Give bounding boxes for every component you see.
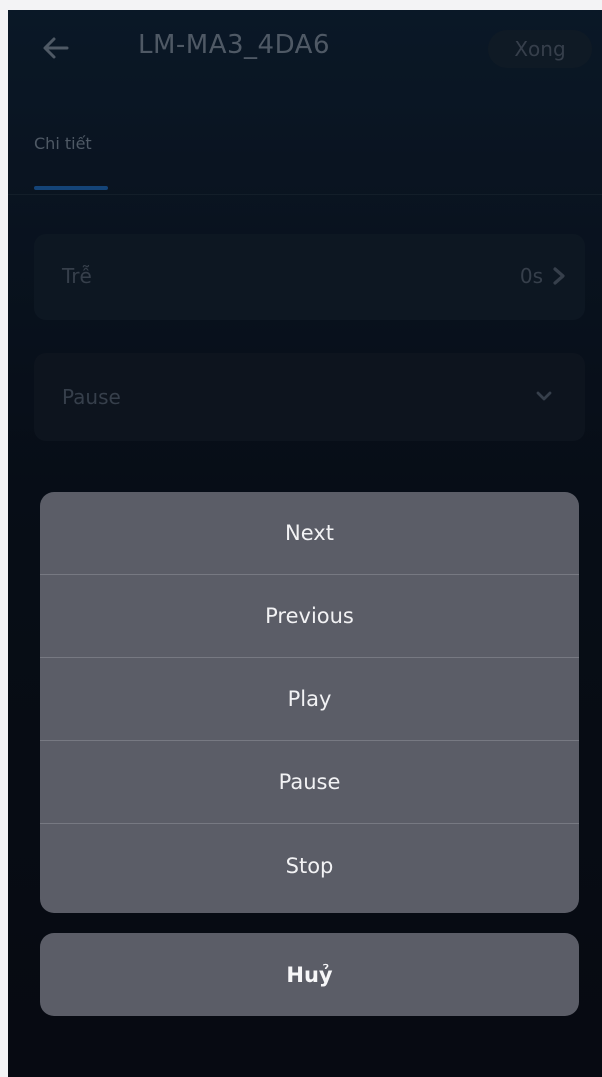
tab-active-indicator	[34, 186, 108, 190]
chevron-right-icon	[553, 267, 565, 285]
page-title: LM-MA3_4DA6	[138, 30, 330, 60]
cancel-button[interactable]: Huỷ	[40, 933, 579, 1016]
delay-row[interactable]: Trễ 0s	[34, 234, 585, 320]
action-select[interactable]: Pause	[34, 353, 585, 441]
action-option-previous[interactable]: Previous	[40, 575, 579, 658]
action-sheet: Next Previous Play Pause Stop	[40, 492, 579, 913]
screen: LM-MA3_4DA6 Xong Chi tiết Trễ 0s Pause N…	[8, 10, 602, 1077]
arrow-left-icon	[43, 37, 69, 59]
back-button[interactable]	[36, 28, 76, 68]
tab-bar: Chi tiết	[8, 122, 602, 195]
done-button[interactable]: Xong	[488, 30, 592, 68]
top-bar: LM-MA3_4DA6 Xong	[8, 10, 602, 88]
chevron-down-icon	[536, 391, 552, 401]
action-option-next[interactable]: Next	[40, 492, 579, 575]
action-option-pause[interactable]: Pause	[40, 741, 579, 824]
delay-value: 0s	[519, 264, 543, 288]
action-option-stop[interactable]: Stop	[40, 824, 579, 907]
tab-details[interactable]: Chi tiết	[34, 134, 92, 153]
action-select-value: Pause	[62, 385, 121, 409]
action-option-play[interactable]: Play	[40, 658, 579, 741]
delay-label: Trễ	[62, 264, 92, 288]
